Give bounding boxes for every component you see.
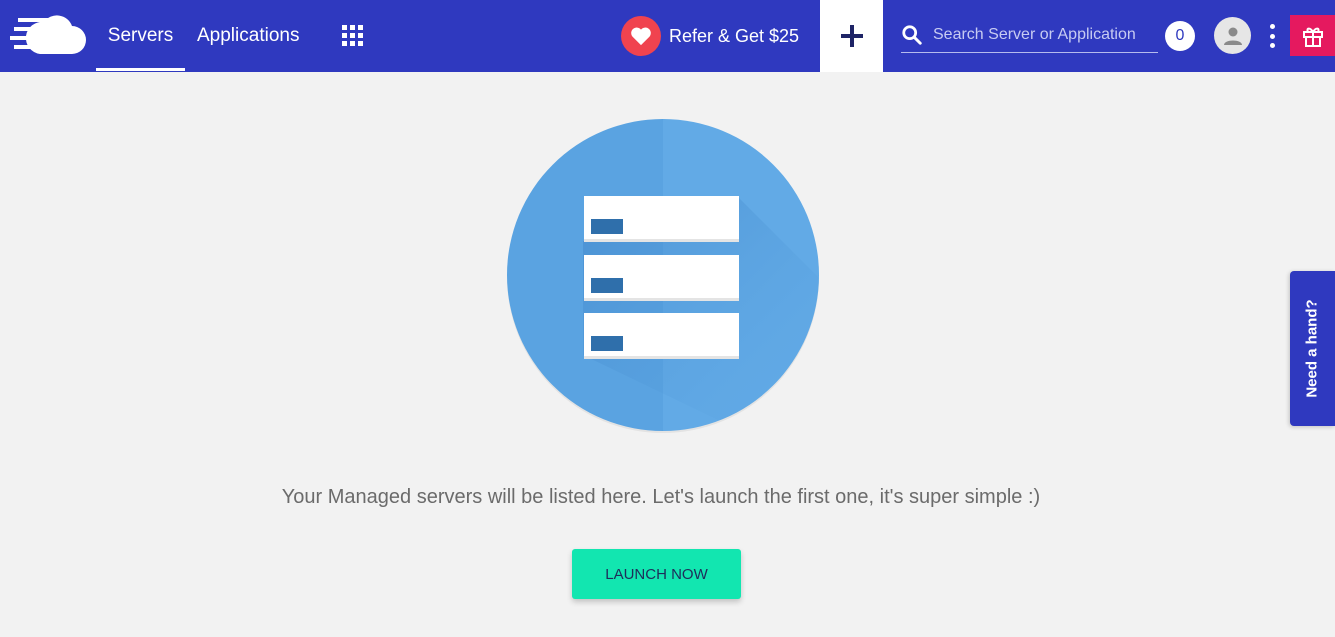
add-button[interactable] xyxy=(820,0,883,72)
need-a-hand-tab[interactable]: Need a hand? xyxy=(1290,271,1335,426)
notification-badge[interactable]: 0 xyxy=(1165,21,1195,51)
refer-button[interactable]: Refer & Get $25 xyxy=(621,16,799,56)
tab-servers-label: Servers xyxy=(107,25,174,46)
avatar[interactable] xyxy=(1214,17,1251,54)
search-icon xyxy=(902,25,922,45)
apps-grid-icon[interactable] xyxy=(342,25,363,46)
user-icon xyxy=(1223,27,1242,45)
heart-icon xyxy=(621,16,661,56)
server-unit-2 xyxy=(584,255,739,301)
more-options-icon[interactable] xyxy=(1266,24,1278,48)
refer-label: Refer & Get $25 xyxy=(669,25,800,46)
launch-now-button[interactable]: LAUNCH NOW xyxy=(572,549,741,599)
gift-icon xyxy=(1302,27,1323,47)
tab-applications[interactable]: Applications xyxy=(197,0,299,72)
notification-count: 0 xyxy=(1175,27,1185,44)
server-unit-3 xyxy=(584,313,739,359)
plus-icon xyxy=(840,25,863,47)
top-navbar: Servers Applications Refer & Get $25 0 xyxy=(0,0,1335,72)
search-input[interactable] xyxy=(933,26,1158,44)
gift-button[interactable] xyxy=(1290,15,1335,56)
search-box xyxy=(901,18,1158,53)
empty-state-message: Your Managed servers will be listed here… xyxy=(281,486,1041,508)
tab-applications-label: Applications xyxy=(197,25,300,46)
need-a-hand-label: Need a hand? xyxy=(1304,299,1322,398)
cloud-logo-icon[interactable] xyxy=(10,14,86,54)
server-unit-1 xyxy=(584,196,739,242)
servers-stack-illustration xyxy=(507,119,819,433)
tab-servers[interactable]: Servers xyxy=(96,0,185,72)
